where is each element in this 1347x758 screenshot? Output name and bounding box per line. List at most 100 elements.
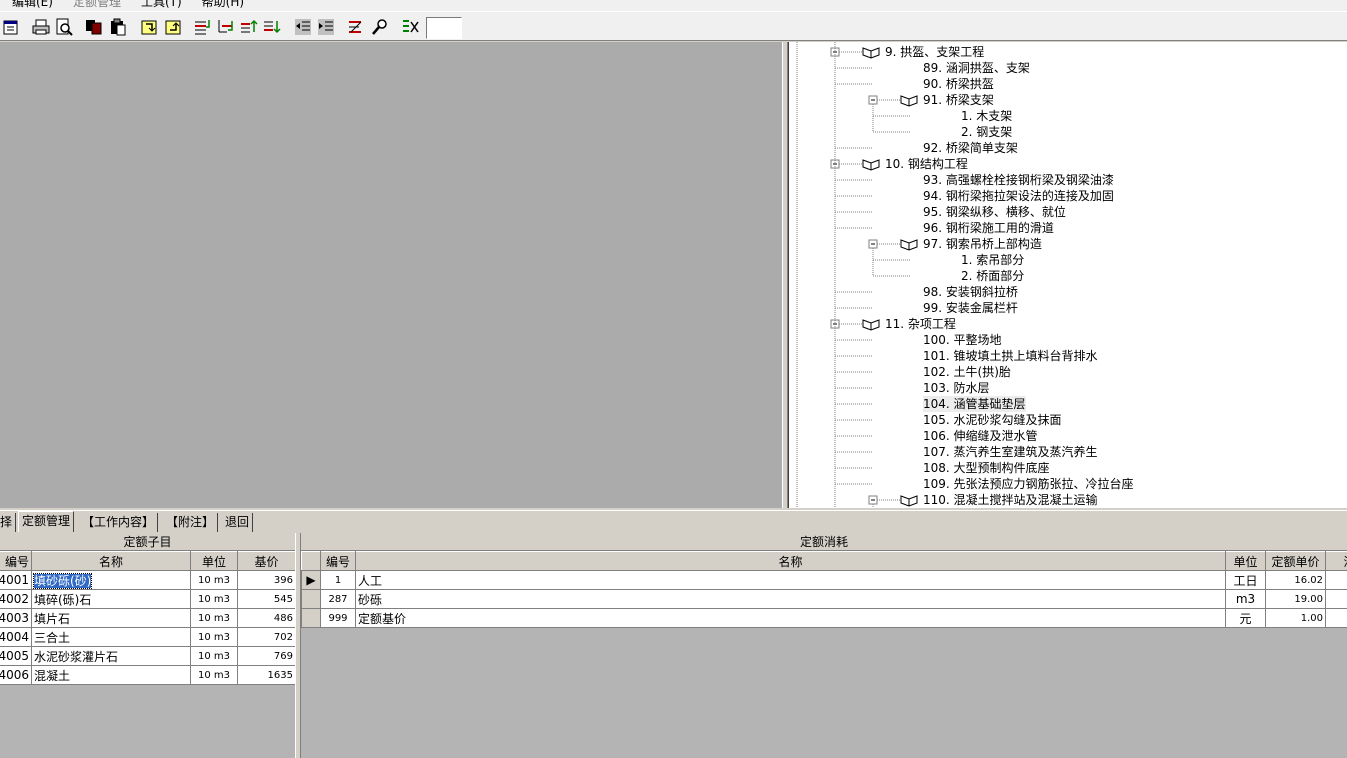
- tree-node-91[interactable]: 91. 桥梁支架: [923, 92, 994, 108]
- consumption-code[interactable]: 1: [320, 570, 356, 590]
- tab-quota-management[interactable]: 定额管理: [18, 511, 75, 532]
- quota-code[interactable]: 04005: [0, 646, 32, 666]
- header-unit[interactable]: 单位: [1225, 551, 1266, 571]
- header-price[interactable]: 基价: [237, 551, 296, 571]
- consumption-name[interactable]: 砂砾: [355, 589, 1226, 609]
- quota-price[interactable]: 545: [237, 589, 296, 609]
- consumption-unit[interactable]: 元: [1225, 608, 1266, 628]
- consumption-amount[interactable]: [1325, 608, 1347, 628]
- quota-name[interactable]: 混凝土: [31, 665, 191, 685]
- tab-select[interactable]: 择: [0, 513, 17, 532]
- tree-node-106[interactable]: 106. 伸缩缝及泄水管: [923, 428, 1038, 444]
- tree-node-94[interactable]: 94. 钢桁梁拖拉架设法的连接及加固: [923, 188, 1114, 204]
- quota-code[interactable]: 04004: [0, 627, 32, 647]
- header-code[interactable]: 编号: [0, 551, 32, 571]
- print-preview-icon[interactable]: [54, 17, 74, 37]
- tree-node-97_1[interactable]: 1. 索吊部分: [961, 252, 1024, 268]
- consumption-name[interactable]: 定额基价: [355, 608, 1226, 628]
- quota-code[interactable]: 04001: [0, 570, 32, 590]
- tree-node-110[interactable]: 110. 混凝土搅拌站及混凝土运输: [923, 492, 1098, 508]
- header-consumption[interactable]: 消: [1325, 551, 1347, 571]
- move-up-icon[interactable]: [239, 17, 259, 37]
- menu-tools[interactable]: 工具(T): [141, 0, 182, 10]
- header-name[interactable]: 名称: [31, 551, 191, 571]
- search-icon[interactable]: [370, 17, 390, 37]
- consumption-code[interactable]: 287: [320, 589, 356, 609]
- consumption-unit-price[interactable]: 19.00: [1265, 589, 1326, 609]
- consumption-row[interactable]: 287 砂砾 m3 19.00: [301, 589, 1347, 609]
- quota-tree[interactable]: 9. 拱盔、支架工程 89. 涵洞拱盔、支架 90. 桥梁拱盔 91. 桥梁支架 1. …: [788, 42, 1347, 508]
- header-unit[interactable]: 单位: [190, 551, 238, 571]
- quota-code[interactable]: 04003: [0, 608, 32, 628]
- quota-price[interactable]: 396: [237, 570, 296, 590]
- tree-node-96[interactable]: 96. 钢桁梁施工用的滑道: [923, 220, 1054, 236]
- properties-icon[interactable]: [1, 17, 21, 37]
- quota-row[interactable]: 04005水泥砂浆灌片石 10 m3769: [0, 646, 296, 666]
- tree-node-100[interactable]: 100. 平整场地: [923, 332, 1002, 348]
- quota-code[interactable]: 04006: [0, 665, 32, 685]
- quota-unit[interactable]: 10 m3: [190, 589, 238, 609]
- tree-node-90[interactable]: 90. 桥梁拱盔: [923, 76, 994, 92]
- sort-icon[interactable]: [346, 17, 366, 37]
- quota-unit[interactable]: 10 m3: [190, 570, 238, 590]
- tab-notes[interactable]: 【附注】: [163, 513, 219, 532]
- quota-code[interactable]: 04002: [0, 589, 32, 609]
- quota-price[interactable]: 769: [237, 646, 296, 666]
- header-code[interactable]: 编号: [320, 551, 356, 571]
- consumption-amount[interactable]: [1325, 589, 1347, 609]
- quota-name[interactable]: 填砂砾(砂): [31, 570, 191, 590]
- quota-unit[interactable]: 10 m3: [190, 627, 238, 647]
- tree-node-11[interactable]: 11. 杂项工程: [885, 316, 956, 332]
- move-down-icon[interactable]: [262, 17, 282, 37]
- consumption-unit[interactable]: 工日: [1225, 570, 1266, 590]
- tree-node-10[interactable]: 10. 钢结构工程: [885, 156, 968, 172]
- menu-quota-management[interactable]: 定额管理: [73, 0, 121, 10]
- consumption-unit-price[interactable]: 16.02: [1265, 570, 1326, 590]
- export-icon[interactable]: [163, 17, 183, 37]
- quota-name[interactable]: 填碎(砾)石: [31, 589, 191, 609]
- tree-node-104[interactable]: 104. 涵管基础垫层: [923, 396, 1026, 412]
- tree-node-108[interactable]: 108. 大型预制构件底座: [923, 460, 1050, 476]
- tree-node-92[interactable]: 92. 桥梁简单支架: [923, 140, 1018, 156]
- tab-work-content[interactable]: 【工作内容】: [79, 513, 159, 532]
- header-unit-price[interactable]: 定额单价: [1265, 551, 1326, 571]
- tree-node-103[interactable]: 103. 防水层: [923, 380, 990, 396]
- quota-row[interactable]: 04004三合土 10 m3702: [0, 627, 296, 647]
- quota-price[interactable]: 1635: [237, 665, 296, 685]
- consumption-amount[interactable]: [1325, 570, 1347, 590]
- tree-node-93[interactable]: 93. 高强螺栓栓接钢桁梁及钢梁油漆: [923, 172, 1114, 188]
- print-icon[interactable]: [31, 17, 51, 37]
- tree-node-102[interactable]: 102. 土牛(拱)胎: [923, 364, 1011, 380]
- quota-row[interactable]: 04001填砂砾(砂) 10 m3396: [0, 570, 296, 590]
- header-name[interactable]: 名称: [355, 551, 1226, 571]
- quota-unit[interactable]: 10 m3: [190, 608, 238, 628]
- consumption-row[interactable]: ▶ 1 人工 工日 16.02: [301, 570, 1347, 590]
- menu-help[interactable]: 帮助(H): [202, 0, 244, 10]
- quota-name[interactable]: 填片石: [31, 608, 191, 628]
- tree-node-101[interactable]: 101. 锥坡填土拱上填料台背排水: [923, 348, 1098, 364]
- consumption-unit[interactable]: m3: [1225, 589, 1266, 609]
- tree-node-105[interactable]: 105. 水泥砂浆勾缝及抹面: [923, 412, 1062, 428]
- tree-node-91_2[interactable]: 2. 钢支架: [961, 124, 1012, 140]
- tree-node-99[interactable]: 99. 安装金属栏杆: [923, 300, 1018, 316]
- tree-node-97_2[interactable]: 2. 桥面部分: [961, 268, 1024, 284]
- quota-name[interactable]: 三合土: [31, 627, 191, 647]
- indent-left-icon[interactable]: [293, 17, 313, 37]
- tree-node-89[interactable]: 89. 涵洞拱盔、支架: [923, 60, 1030, 76]
- toolbar-input[interactable]: [426, 17, 462, 39]
- import-icon[interactable]: [139, 17, 159, 37]
- quota-price[interactable]: 486: [237, 608, 296, 628]
- copy-icon[interactable]: [84, 17, 104, 37]
- tree-node-109[interactable]: 109. 先张法预应力钢筋张拉、冷拉台座: [923, 476, 1134, 492]
- tree-node-9[interactable]: 9. 拱盔、支架工程: [885, 44, 984, 60]
- quota-row[interactable]: 04006混凝土 10 m31635: [0, 665, 296, 685]
- delete-list-icon[interactable]: [401, 17, 421, 37]
- consumption-unit-price[interactable]: 1.00: [1265, 608, 1326, 628]
- tree-node-91_1[interactable]: 1. 木支架: [961, 108, 1012, 124]
- menu-edit[interactable]: 编辑(E): [12, 0, 53, 10]
- paste-icon[interactable]: [108, 17, 128, 37]
- quota-unit[interactable]: 10 m3: [190, 665, 238, 685]
- insert-row-icon[interactable]: [193, 17, 213, 37]
- tree-node-98[interactable]: 98. 安装钢斜拉桥: [923, 284, 1018, 300]
- consumption-code[interactable]: 999: [320, 608, 356, 628]
